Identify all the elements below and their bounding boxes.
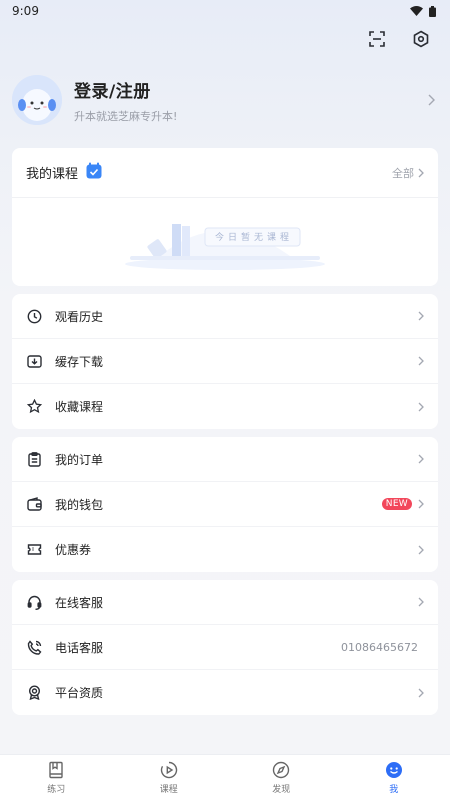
calendar-check-icon <box>86 162 102 183</box>
view-all-courses-link[interactable]: 全部 <box>392 165 424 181</box>
chevron-right-icon <box>418 454 424 464</box>
profile-header[interactable]: 登录/注册 升本就选芝麻专升本! <box>0 56 450 144</box>
menu-item-coupons[interactable]: 优惠券 <box>12 527 438 572</box>
wallet-icon <box>26 496 42 512</box>
login-register-title[interactable]: 登录/注册 <box>74 77 426 102</box>
tab-label: 练习 <box>47 784 66 795</box>
menu-item-label: 优惠券 <box>55 543 92 557</box>
star-icon <box>26 399 42 415</box>
menu-item-platform-qualification[interactable]: 平台资质 <box>12 670 438 715</box>
menu-item-label: 电话客服 <box>55 640 104 655</box>
avatar-mascot-icon <box>12 75 62 125</box>
service-phone-number: 01086465672 <box>341 640 418 654</box>
chevron-right-icon <box>418 356 424 366</box>
chevron-right-icon <box>418 545 424 554</box>
book-icon <box>49 761 63 778</box>
my-courses-header: 我的课程 全部 <box>12 148 438 198</box>
menu-item-label: 平台资质 <box>55 686 104 700</box>
menu-item-favorite-courses[interactable]: 收藏课程 <box>12 384 438 429</box>
menu-item-online-service[interactable]: 在线客服 <box>12 580 438 625</box>
menu-item-my-orders[interactable]: 我的订单 <box>12 437 438 482</box>
tab-label: 课程 <box>159 784 178 795</box>
menu-item-label: 在线客服 <box>55 595 104 610</box>
tab-label: 我 <box>389 784 399 795</box>
profile-slogan: 升本就选芝麻专升本! <box>74 109 178 123</box>
my-courses-title: 我的课程 <box>26 167 79 182</box>
menu-item-label: 我的订单 <box>55 452 104 467</box>
my-courses-card: 我的课程 全部 今日暂无课程 <box>12 148 438 286</box>
empty-courses-text: 今日暂无课程 <box>215 233 294 243</box>
chevron-right-icon <box>418 168 424 177</box>
new-badge: NEW <box>381 498 412 510</box>
chevron-right-icon <box>418 402 424 411</box>
play-circle-icon <box>160 761 177 778</box>
smile-face-icon <box>385 761 402 778</box>
chevron-right-icon <box>426 93 436 107</box>
status-time: 9:09 <box>12 4 39 18</box>
menu-item-label: 观看历史 <box>55 309 104 324</box>
menu-item-label: 我的钱包 <box>55 497 104 512</box>
clock-icon <box>26 308 42 324</box>
menu-item-watch-history[interactable]: 观看历史 <box>12 294 438 339</box>
coupon-icon <box>26 542 42 558</box>
avatar[interactable] <box>12 75 62 125</box>
menu-item-label: 收藏课程 <box>55 400 104 414</box>
menu-group-account: 我的订单 我的钱包 NEW 优惠券 <box>12 437 438 572</box>
tab-practice[interactable]: 练习 <box>0 755 113 800</box>
status-icons <box>410 5 436 17</box>
tab-label: 发现 <box>272 784 291 795</box>
menu-item-my-wallet[interactable]: 我的钱包 NEW <box>12 482 438 527</box>
download-icon <box>26 353 42 369</box>
top-toolbar <box>0 22 450 56</box>
menu-item-phone-service[interactable]: 电话客服 01086465672 <box>12 625 438 670</box>
wifi-icon <box>410 6 423 16</box>
chevron-right-icon <box>418 597 424 607</box>
phone-icon <box>26 639 42 655</box>
status-bar: 9:09 <box>0 0 450 22</box>
chevron-right-icon <box>418 688 424 697</box>
view-all-label: 全部 <box>392 166 414 180</box>
certificate-icon <box>26 685 42 701</box>
headset-icon <box>26 594 42 610</box>
chevron-right-icon <box>418 311 424 321</box>
scan-icon[interactable] <box>366 28 388 50</box>
menu-group-support: 在线客服 电话客服 01086465672 平台资质 <box>12 580 438 715</box>
empty-courses-state: 今日暂无课程 <box>12 198 438 284</box>
battery-icon <box>429 5 436 17</box>
settings-hex-icon[interactable] <box>410 28 432 50</box>
menu-group-learning: 观看历史 缓存下载 收藏课程 <box>12 294 438 429</box>
menu-item-cache-download[interactable]: 缓存下载 <box>12 339 438 384</box>
menu-item-label: 缓存下载 <box>55 354 104 369</box>
clipboard-icon <box>26 451 42 467</box>
compass-icon <box>273 761 290 778</box>
tab-discover[interactable]: 发现 <box>225 755 338 800</box>
tab-me[interactable]: 我 <box>338 755 450 800</box>
bottom-tab-bar: 练习 课程 发现 我 <box>0 754 450 800</box>
chevron-right-icon <box>418 499 424 509</box>
tab-courses[interactable]: 课程 <box>113 755 226 800</box>
